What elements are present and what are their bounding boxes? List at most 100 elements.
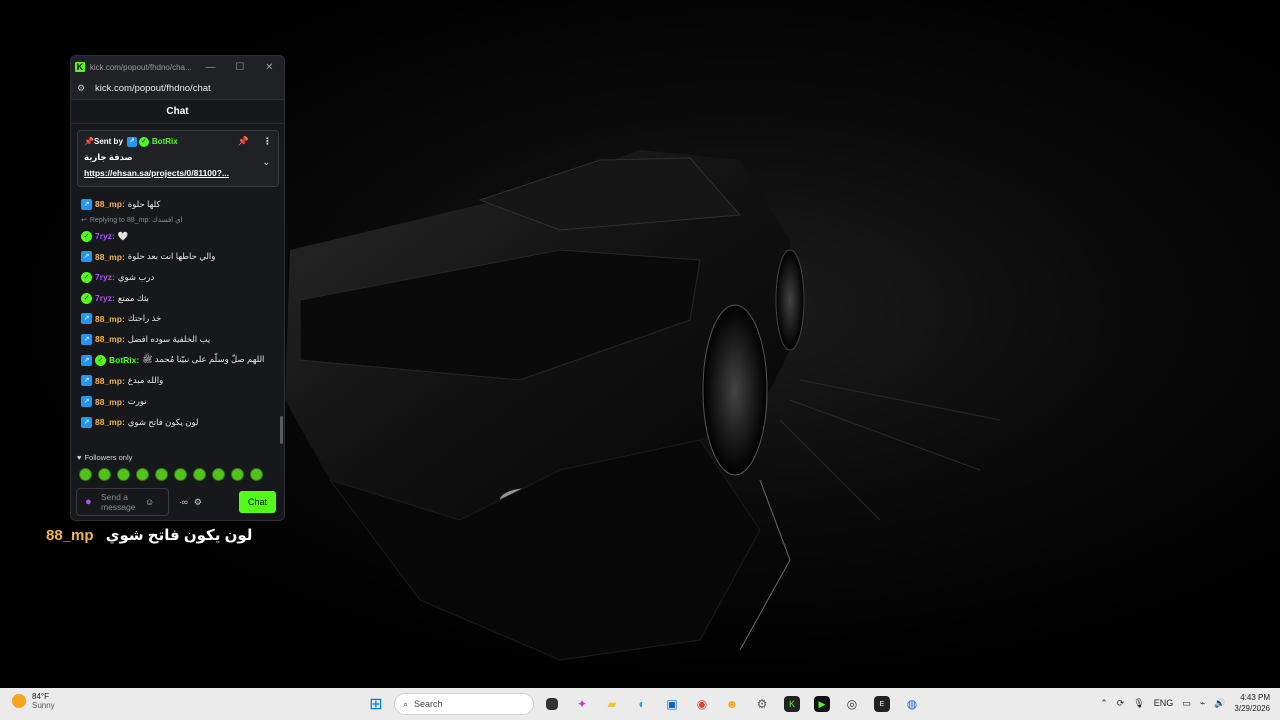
chat-username[interactable]: 88_mp <box>95 252 122 262</box>
username-separator: : <box>112 231 115 242</box>
emote-icon[interactable] <box>250 468 263 481</box>
url-text: kick.com/popout/fhdno/chat <box>95 83 211 94</box>
task-view-icon[interactable] <box>546 698 558 710</box>
emoji-picker-icon[interactable]: ☺ <box>145 497 154 507</box>
address-bar[interactable]: ⚙ kick.com/popout/fhdno/chat <box>71 78 284 100</box>
microphone-tray-icon[interactable]: 🎙 <box>1133 698 1144 709</box>
verified-badge-icon: ✓ <box>81 230 92 242</box>
edge-browser-icon[interactable]: ◐ <box>630 692 654 716</box>
chat-username[interactable]: 88_mp <box>95 199 122 209</box>
chat-username[interactable]: 88_mp <box>95 397 122 407</box>
chat-scrollbar[interactable] <box>280 416 283 444</box>
volume-icon[interactable]: 🔊 <box>1214 698 1225 709</box>
emote-icon[interactable] <box>79 468 92 481</box>
chat-message[interactable]: ↗ 88_mp: والله مبدع <box>81 371 277 392</box>
chrome-icon[interactable]: ◉ <box>690 692 714 716</box>
streaming-app-icon[interactable]: ▶ <box>814 696 830 712</box>
chat-message[interactable]: ↗ 88_mp: والي حاطها انت بعد حلوة <box>81 246 277 267</box>
chevron-up-icon[interactable]: ⌃ <box>1100 698 1108 709</box>
site-settings-icon[interactable]: ⚙ <box>77 83 91 94</box>
chevron-down-icon[interactable]: ⌄ <box>262 157 270 168</box>
settings-app-icon[interactable]: ⚙ <box>750 692 774 716</box>
kick-badge-icon: ↗ <box>126 136 137 147</box>
chat-username[interactable]: 88_mp <box>95 417 122 427</box>
emote-icon[interactable] <box>174 468 187 481</box>
copilot-icon[interactable]: ✦ <box>570 692 594 716</box>
emote-icon[interactable] <box>193 468 206 481</box>
chat-username[interactable]: 7ryz <box>95 272 112 282</box>
message-input[interactable]: ● Send a message ☺ <box>76 488 169 516</box>
steam-icon[interactable]: ◎ <box>840 692 864 716</box>
pinned-link[interactable]: https://ehsan.sa/projects/0/81100?... <box>84 168 256 178</box>
pinned-bot-name[interactable]: BotRix <box>152 137 178 146</box>
weather-widget[interactable]: 84°F Sunny <box>12 692 55 710</box>
chat-message[interactable]: ↗ 88_mp: نورت <box>81 391 277 412</box>
chat-username[interactable]: 7ryz <box>95 231 112 241</box>
taskbar-apps: ⊞ ⌕ Search ✦ ▰ ◐ ▣ ◉ ☻ ⚙ K ▶ ◎ E ◍ <box>364 692 924 716</box>
microphone-icon[interactable]: ● <box>85 496 101 508</box>
epic-games-icon[interactable]: E <box>874 696 890 712</box>
chat-message[interactable]: ↗ 88_mp: لون يكون فاتح شوي <box>81 412 277 433</box>
minimize-button[interactable]: — <box>196 56 225 78</box>
system-clock[interactable]: 4:43 PM 3/29/2026 <box>1234 692 1270 714</box>
chat-message[interactable]: ↗ ✓ BotRix: اللهم صلّ وسلّم على نبيّنا مُحم… <box>81 350 277 371</box>
emote-icon[interactable] <box>117 468 130 481</box>
emote-icon[interactable] <box>136 468 149 481</box>
unpin-icon[interactable]: 📌 <box>238 136 249 147</box>
kick-points-icon[interactable]: ∙∞ <box>179 497 188 508</box>
chat-message[interactable]: ✓ 7ryz: درب شوي <box>81 267 277 288</box>
chat-message[interactable]: ✓ 7ryz: بثك ممتع <box>81 288 277 309</box>
username-separator: : <box>121 417 125 428</box>
chat-message-list: ↗ 88_mp: كلها حلوة ↩ Replying to 88_mp: اي ا… <box>81 194 277 433</box>
close-button[interactable]: ✕ <box>255 56 284 78</box>
username-separator: : <box>121 375 125 386</box>
emote-icon[interactable] <box>212 468 225 481</box>
system-tray: ⌃ ⟳ 🎙 ENG ▭ ⌁ 🔊 4:43 PM 3/29/2026 <box>1100 692 1270 714</box>
maximize-button[interactable]: ☐ <box>225 56 254 78</box>
kick-app-icon[interactable]: K <box>784 696 800 712</box>
chat-username[interactable]: 88_mp <box>95 334 122 344</box>
kick-badge-icon: ↗ <box>81 354 92 366</box>
sun-icon <box>12 694 26 708</box>
chat-username[interactable]: 88_mp <box>95 314 122 324</box>
chat-username[interactable]: BotRix <box>109 355 136 365</box>
clock-date: 3/29/2026 <box>1234 704 1270 713</box>
chat-message[interactable]: ↗ 88_mp: خذ راحتك <box>81 308 277 329</box>
emote-icon[interactable] <box>98 468 111 481</box>
window-titlebar: K kick.com/popout/fhdno/cha... — ☐ ✕ <box>71 56 284 78</box>
windows-start-icon[interactable]: ⊞ <box>364 692 388 716</box>
followers-only-label: Followers only <box>84 453 133 462</box>
username-separator: : <box>112 272 115 283</box>
chat-message-text: والي حاطها انت بعد حلوة <box>127 251 216 262</box>
send-chat-button[interactable]: Chat <box>239 491 276 513</box>
kick-badge-icon: ↗ <box>81 333 92 345</box>
sync-icon[interactable]: ⟳ <box>1117 698 1125 709</box>
weather-temp: 84°F <box>32 692 49 701</box>
pin-icon: 📌 <box>84 137 94 146</box>
display-icon[interactable]: ▭ <box>1182 698 1191 709</box>
more-options-icon[interactable]: ⋮ <box>263 136 272 147</box>
chat-message[interactable]: ↗ 88_mp: كلها حلوة <box>81 194 277 215</box>
taskbar-search[interactable]: ⌕ Search <box>394 693 534 715</box>
settings-gear-icon[interactable]: ⚙ <box>194 497 202 508</box>
vpn-app-icon[interactable]: ◍ <box>900 692 924 716</box>
language-indicator[interactable]: ENG <box>1154 698 1174 708</box>
chat-username[interactable]: 7ryz <box>95 293 112 303</box>
chat-username[interactable]: 88_mp <box>95 376 122 386</box>
kick-badge-icon: ↗ <box>81 251 92 263</box>
chat-message[interactable]: ✓ 7ryz: 🤍 <box>81 226 277 247</box>
messaging-app-icon[interactable]: ☻ <box>720 692 744 716</box>
pinned-message-text: صدقة جارية <box>84 152 133 162</box>
kick-badge-icon: ↗ <box>81 375 92 387</box>
microsoft-store-icon[interactable]: ▣ <box>660 692 684 716</box>
username-separator: : <box>121 396 125 407</box>
verified-badge-icon: ✓ <box>81 292 92 304</box>
chat-message-text: يب الخلفية سوده افضل <box>127 333 211 344</box>
emote-icon[interactable] <box>231 468 244 481</box>
followers-only-indicator: ♥ Followers only <box>77 453 132 462</box>
file-explorer-icon[interactable]: ▰ <box>600 692 624 716</box>
emote-icon[interactable] <box>155 468 168 481</box>
chat-message[interactable]: ↗ 88_mp: يب الخلفية سوده افضل <box>81 329 277 350</box>
window-title: kick.com/popout/fhdno/cha... <box>89 62 192 72</box>
network-icon[interactable]: ⌁ <box>1200 698 1205 709</box>
